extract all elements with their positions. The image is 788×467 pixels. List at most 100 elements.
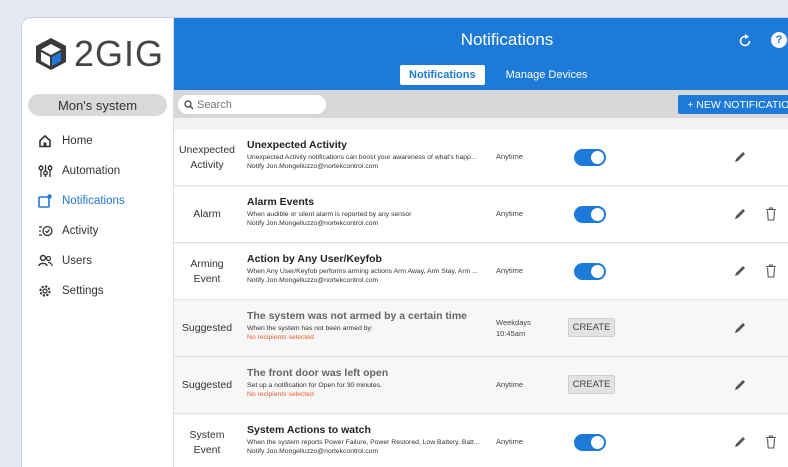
notification-schedule: Anytime: [496, 130, 523, 185]
edit-pencil-icon[interactable]: [733, 378, 747, 392]
notification-row: Arming Event Action by Any User/Keyfob W…: [174, 244, 788, 300]
notification-list: Unexpected Activity Unexpected Activity …: [174, 118, 788, 467]
sidebar: 2GIG Mon's system Home Automation Notifi: [22, 18, 174, 467]
suggested-row: Suggested The front door was left open S…: [174, 358, 788, 414]
notification-row: Unexpected Activity Unexpected Activity …: [174, 130, 788, 186]
sidebar-nav: Home Automation Notifications Activity U…: [22, 126, 173, 306]
notification-title: The front door was left open: [247, 367, 389, 379]
no-recipients-warning: No recipients selected: [247, 334, 314, 341]
notifications-icon: [36, 192, 54, 210]
sidebar-item-notifications[interactable]: Notifications: [22, 186, 173, 216]
search-icon: [184, 99, 194, 110]
tab-manage-devices[interactable]: Manage Devices: [497, 65, 597, 85]
notification-toggle[interactable]: [574, 263, 606, 280]
notification-schedule: Weekdays 10:45am: [496, 301, 531, 356]
notification-description: When the system has not been armed by:: [247, 325, 373, 332]
sidebar-item-home[interactable]: Home: [22, 126, 173, 156]
schedule-text: Anytime: [496, 152, 524, 162]
notification-info: Unexpected Activity Unexpected Activity …: [247, 139, 507, 170]
home-icon: [36, 132, 54, 150]
schedule-time: 10:45am: [496, 328, 526, 338]
notification-row: Alarm Alarm Events When audible or silen…: [174, 187, 788, 243]
sidebar-item-label: Automation: [62, 165, 121, 177]
create-button[interactable]: CREATE: [568, 375, 615, 394]
notification-description: Set up a notification for Open for 30 mi…: [247, 382, 382, 389]
notification-recipient: Notify Jon.Mongelluzzo@nortekcontrol.com: [247, 448, 379, 455]
schedule-text: Anytime: [496, 266, 524, 276]
sidebar-item-label: Settings: [62, 285, 104, 297]
notification-description: When audible or silent alarm is reported…: [247, 211, 412, 218]
notification-schedule: Anytime: [496, 358, 523, 413]
notification-type: Arming Event: [190, 258, 224, 285]
sidebar-item-label: Home: [62, 135, 93, 147]
sidebar-item-activity[interactable]: Activity: [22, 216, 173, 246]
brand-name: 2GIG: [74, 33, 165, 74]
sidebar-item-label: Users: [62, 255, 93, 267]
help-icon[interactable]: ?: [771, 32, 787, 48]
notification-title: Action by Any User/Keyfob: [247, 253, 382, 265]
no-recipients-warning: No recipients selected: [247, 391, 314, 398]
edit-pencil-icon[interactable]: [733, 150, 747, 164]
sidebar-item-automation[interactable]: Automation: [22, 156, 173, 186]
edit-pencil-icon[interactable]: [733, 321, 747, 335]
notification-toggle[interactable]: [574, 149, 606, 166]
settings-icon: [36, 282, 54, 300]
activity-icon: [36, 222, 54, 240]
search-box[interactable]: [178, 95, 326, 114]
notification-info: System Actions to watch When the system …: [247, 424, 507, 455]
notification-schedule: Anytime: [496, 244, 523, 299]
suggested-row: Suggested The system was not armed by a …: [174, 301, 788, 357]
notification-title: The system was not armed by a certain ti…: [247, 310, 467, 322]
edit-pencil-icon[interactable]: [733, 207, 747, 221]
notification-recipient: Notify Jon.Mongelluzzo@nortekcontrol.com: [247, 277, 379, 284]
brand-cube-icon: [36, 38, 66, 70]
notification-title: Unexpected Activity: [247, 139, 347, 151]
edit-pencil-icon[interactable]: [733, 435, 747, 449]
notification-schedule: Anytime: [496, 415, 523, 467]
notification-description: When Any User/Keyfob performs arming act…: [247, 268, 478, 275]
notification-type: System Event: [189, 429, 225, 456]
sidebar-item-settings[interactable]: Settings: [22, 276, 173, 306]
notification-type: Suggested: [181, 379, 233, 392]
notification-recipient: Notify Jon.Mongelluzzo@nortekcontrol.com: [247, 163, 379, 170]
notification-type: Suggested: [181, 322, 233, 335]
notification-info: The system was not armed by a certain ti…: [247, 310, 507, 341]
schedule-text: Anytime: [496, 437, 524, 447]
tab-bar: Notifications Manage Devices: [400, 65, 609, 85]
refresh-icon[interactable]: [737, 33, 753, 49]
trash-icon[interactable]: [765, 264, 777, 278]
notification-type: Alarm: [193, 208, 221, 221]
header: Notifications ? Notifications Manage Dev…: [174, 18, 788, 90]
notification-description: Unexpected Activity notifications can bo…: [247, 154, 477, 161]
notification-info: Action by Any User/Keyfob When Any User/…: [247, 253, 507, 284]
trash-icon[interactable]: [765, 435, 777, 449]
notification-title: Alarm Events: [247, 196, 315, 208]
notification-toggle[interactable]: [574, 434, 606, 451]
edit-pencil-icon[interactable]: [733, 264, 747, 278]
new-notification-button[interactable]: + NEW NOTIFICATION: [678, 95, 788, 114]
trash-icon[interactable]: [765, 207, 777, 221]
automation-icon: [36, 162, 54, 180]
page-title: Notifications: [460, 30, 554, 49]
brand-logo: 2GIG: [22, 18, 173, 90]
notification-info: The front door was left open Set up a no…: [247, 367, 507, 398]
search-input[interactable]: [197, 98, 317, 111]
notification-description: When the system reports Power Failure, P…: [247, 439, 480, 446]
schedule-text: Anytime: [496, 209, 524, 219]
notification-recipient: Notify Jon.Mongelluzzo@nortekcontrol.com: [247, 220, 379, 227]
system-selector[interactable]: Mon's system: [28, 94, 167, 116]
schedule-days: Weekdays: [496, 318, 531, 327]
sidebar-item-users[interactable]: Users: [22, 246, 173, 276]
users-icon: [36, 252, 54, 270]
notification-toggle[interactable]: [574, 206, 606, 223]
create-button[interactable]: CREATE: [568, 318, 615, 337]
notification-info: Alarm Events When audible or silent alar…: [247, 196, 507, 227]
notification-title: System Actions to watch: [247, 424, 371, 436]
schedule-text: Anytime: [496, 380, 524, 390]
tab-notifications[interactable]: Notifications: [400, 65, 485, 85]
notification-type: Unexpected Activity: [178, 144, 236, 171]
toolbar: + NEW NOTIFICATION: [174, 90, 788, 118]
notification-row: System Event System Actions to watch Whe…: [174, 415, 788, 467]
notification-schedule: Anytime: [496, 187, 523, 242]
sidebar-item-label: Notifications: [62, 195, 125, 207]
